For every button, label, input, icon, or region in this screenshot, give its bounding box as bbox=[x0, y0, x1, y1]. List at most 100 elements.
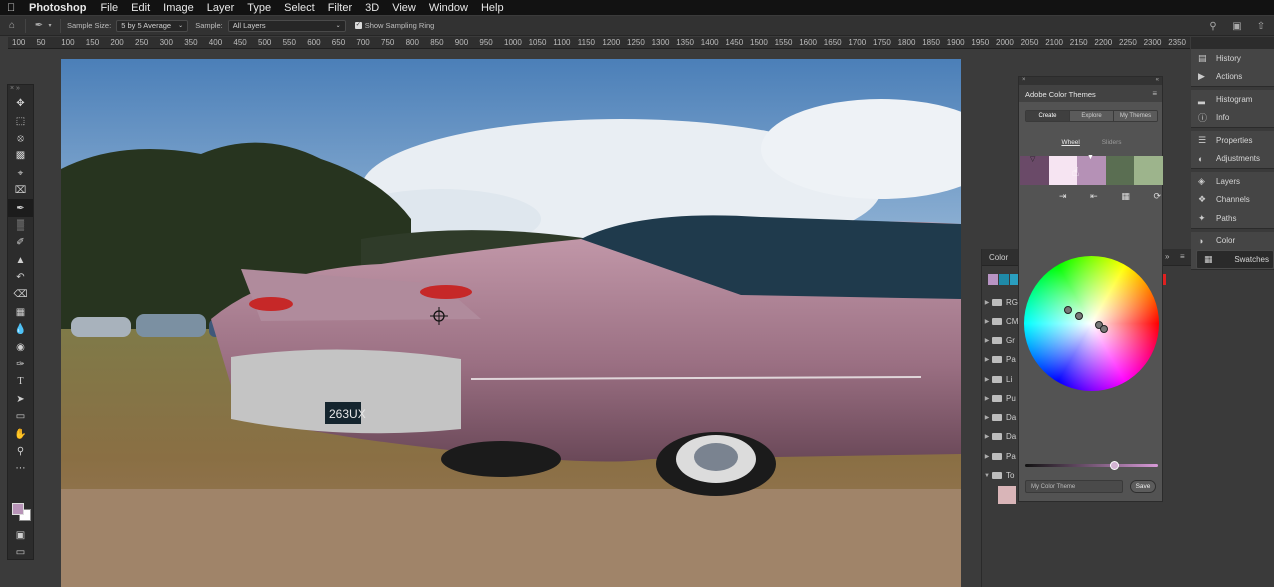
type-tool-icon[interactable]: T bbox=[8, 373, 33, 390]
theme-swatch[interactable] bbox=[1105, 156, 1135, 185]
menu-type[interactable]: Type bbox=[247, 2, 271, 14]
lasso-tool-icon[interactable]: ⦻ bbox=[8, 130, 33, 147]
swatch-group[interactable]: ▶ Gr bbox=[982, 331, 1022, 350]
panel-menu-icon[interactable]: ≡ bbox=[1180, 252, 1185, 261]
blur-tool-icon[interactable]: 💧 bbox=[8, 321, 33, 338]
pen-tool-icon[interactable]: ✑ bbox=[8, 356, 33, 373]
ruler-label: 1650 bbox=[823, 38, 842, 47]
frame-tool-icon[interactable]: ⌧ bbox=[8, 182, 33, 199]
show-sampling-ring-checkbox[interactable]: ✓ Show Sampling Ring bbox=[354, 21, 434, 30]
panel-collapse-icon[interactable]: × » bbox=[8, 85, 33, 95]
menu-file[interactable]: File bbox=[100, 2, 118, 14]
save-button[interactable]: Save bbox=[1130, 480, 1156, 493]
gradient-tool-icon[interactable]: ▦ bbox=[8, 304, 33, 321]
search-icon[interactable]: ⚲ bbox=[1206, 19, 1220, 33]
horizontal-ruler[interactable]: 100 50 100 150 200 250 300 350 400 450 500 550 600 65… bbox=[8, 37, 1190, 49]
swatch-group[interactable]: ▶ RG bbox=[982, 293, 1022, 312]
app-menu[interactable]: Photoshop bbox=[29, 2, 86, 14]
menu-layer[interactable]: Layer bbox=[207, 2, 235, 14]
object-select-tool-icon[interactable]: ▩ bbox=[8, 147, 33, 164]
panel-menu-icon[interactable]: ≡ bbox=[1152, 89, 1157, 98]
set-foreground-icon[interactable]: ⇤ bbox=[1090, 191, 1098, 202]
subtab-wheel[interactable]: Wheel bbox=[1061, 139, 1079, 146]
close-icon[interactable]: × bbox=[1022, 77, 1026, 85]
dock-item-swatches[interactable]: ▦ Swatches bbox=[1196, 250, 1274, 269]
dock-item-histogram[interactable]: ▂ Histogram bbox=[1191, 90, 1274, 109]
swatch-group[interactable]: ▶ CM bbox=[982, 312, 1022, 331]
move-tool-icon[interactable]: ✥ bbox=[8, 95, 33, 112]
color-wheel[interactable] bbox=[1024, 256, 1159, 391]
menu-view[interactable]: View bbox=[392, 2, 416, 14]
swatch-group[interactable]: ▶ Pa bbox=[982, 447, 1022, 466]
wheel-handle[interactable] bbox=[1075, 312, 1083, 320]
swatch[interactable] bbox=[999, 274, 1009, 285]
zoom-tool-icon[interactable]: ⚲ bbox=[8, 443, 33, 460]
add-to-swatches-icon[interactable]: ⇥ bbox=[1059, 191, 1067, 202]
swatch-group[interactable]: ▶ Da bbox=[982, 408, 1022, 427]
tab-my-themes[interactable]: My Themes bbox=[1114, 111, 1157, 121]
theme-swatch[interactable] bbox=[1134, 156, 1163, 185]
apple-icon[interactable]:  bbox=[7, 2, 19, 14]
theme-name-input[interactable]: My Color Theme bbox=[1025, 480, 1123, 493]
dock-item-actions[interactable]: ▶ Actions bbox=[1191, 68, 1274, 87]
tab-explore[interactable]: Explore bbox=[1070, 111, 1114, 121]
swatch[interactable] bbox=[998, 486, 1016, 504]
hand-tool-icon[interactable]: ✋ bbox=[8, 425, 33, 442]
path-select-tool-icon[interactable]: ➤ bbox=[8, 391, 33, 408]
swatch-group[interactable]: ▼ To bbox=[982, 466, 1022, 485]
tab-create[interactable]: Create bbox=[1026, 111, 1070, 121]
rectangle-tool-icon[interactable]: ▭ bbox=[8, 408, 33, 425]
menu-edit[interactable]: Edit bbox=[131, 2, 150, 14]
sync-icon[interactable]: ⟳ bbox=[1153, 191, 1161, 202]
dock-item-info[interactable]: ⓘ Info bbox=[1191, 109, 1274, 128]
swatch-group[interactable]: ▶ Li bbox=[982, 370, 1022, 389]
dock-item-channels[interactable]: ❖ Channels bbox=[1191, 191, 1274, 210]
sample-size-select[interactable]: 5 by 5 Average ⌄ bbox=[116, 19, 189, 32]
quick-mask-icon[interactable]: ▣ bbox=[8, 527, 33, 544]
dock-item-adjustments[interactable]: ◐ Adjustments bbox=[1191, 150, 1274, 169]
subtab-sliders[interactable]: Sliders bbox=[1102, 139, 1122, 146]
menu-window[interactable]: Window bbox=[429, 2, 468, 14]
brightness-slider[interactable] bbox=[1025, 461, 1158, 470]
workspace-icon[interactable]: ▣ bbox=[1230, 19, 1244, 33]
dock-item-properties[interactable]: ☰ Properties bbox=[1191, 131, 1274, 150]
panel-expand-icon[interactable]: » bbox=[1165, 252, 1169, 261]
menu-image[interactable]: Image bbox=[163, 2, 194, 14]
clone-stamp-tool-icon[interactable]: ▲ bbox=[8, 252, 33, 269]
dock-item-layers[interactable]: ◈ Layers bbox=[1191, 172, 1274, 191]
crop-tool-icon[interactable]: ⌖ bbox=[8, 165, 33, 182]
eraser-tool-icon[interactable]: ⌫ bbox=[8, 286, 33, 303]
eyedropper-tool-icon[interactable]: ✒ bbox=[8, 199, 33, 217]
healing-brush-tool-icon[interactable]: ▒ bbox=[8, 217, 33, 234]
dock-item-color[interactable]: ◑ Color bbox=[1191, 232, 1274, 251]
dock-item-paths[interactable]: ✦ Paths bbox=[1191, 209, 1274, 228]
dodge-tool-icon[interactable]: ◉ bbox=[8, 338, 33, 355]
swatch-group[interactable]: ▶ Da bbox=[982, 427, 1022, 446]
menu-3d[interactable]: 3D bbox=[365, 2, 379, 14]
ruler-label: 1250 bbox=[627, 38, 645, 47]
swatch-group[interactable]: ▶ Pu bbox=[982, 389, 1022, 408]
brush-tool-icon[interactable]: ✐ bbox=[8, 234, 33, 251]
swatch-group[interactable]: ▶ Pa bbox=[982, 350, 1022, 369]
marquee-tool-icon[interactable]: ⬚ bbox=[8, 112, 33, 129]
screen-mode-icon[interactable]: ▭ bbox=[8, 544, 33, 561]
eyedropper-preset-icon[interactable]: ✒ bbox=[32, 19, 46, 33]
menu-help[interactable]: Help bbox=[481, 2, 504, 14]
document-canvas[interactable]: 263UX bbox=[61, 59, 961, 587]
wheel-handle[interactable] bbox=[1100, 325, 1108, 333]
wheel-handle[interactable] bbox=[1064, 306, 1072, 314]
swatch[interactable] bbox=[988, 274, 998, 285]
harmony-rule-icon[interactable]: ▦ bbox=[1121, 191, 1130, 202]
foreground-color-swatch[interactable] bbox=[12, 503, 24, 515]
history-brush-tool-icon[interactable]: ↶ bbox=[8, 269, 33, 286]
chevron-down-icon[interactable]: ▾ bbox=[46, 19, 54, 33]
share-icon[interactable]: ⇧ bbox=[1254, 19, 1268, 33]
menu-filter[interactable]: Filter bbox=[328, 2, 352, 14]
sample-select[interactable]: All Layers ⌄ bbox=[227, 19, 346, 32]
dock-item-history[interactable]: ▤ History bbox=[1191, 49, 1274, 68]
menu-select[interactable]: Select bbox=[284, 2, 315, 14]
more-tools-icon[interactable]: ⋯ bbox=[8, 460, 33, 477]
home-icon[interactable]: ⌂ bbox=[5, 19, 19, 33]
slider-handle[interactable] bbox=[1110, 461, 1119, 470]
collapse-icon[interactable]: « bbox=[1156, 77, 1159, 85]
